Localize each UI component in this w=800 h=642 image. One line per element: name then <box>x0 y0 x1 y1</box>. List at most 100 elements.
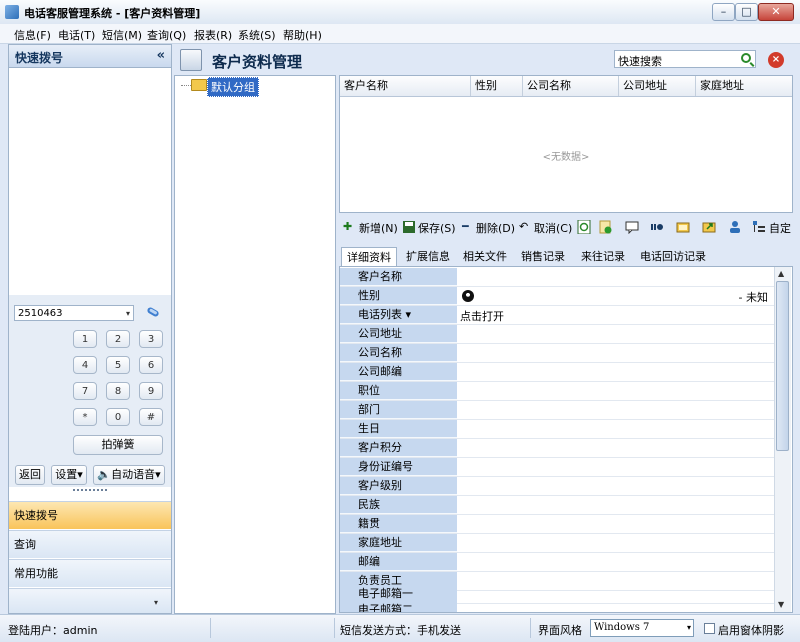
column-company-address[interactable]: 公司地址 <box>619 76 696 96</box>
column-company-name[interactable]: 公司名称 <box>523 76 619 96</box>
delete-icon: ━ <box>462 220 469 233</box>
play-record-icon[interactable] <box>650 220 664 234</box>
form-row-customer-level[interactable]: 客户级别 <box>340 477 774 496</box>
chevron-down-icon[interactable]: ▾ <box>406 308 412 321</box>
settings-button[interactable]: 设置▾ <box>51 465 87 485</box>
form-row-zip[interactable]: 邮编 <box>340 553 774 572</box>
cancel-button[interactable]: 取消(C) <box>534 220 572 236</box>
quick-search-input[interactable]: 快速搜索 <box>614 50 756 68</box>
delete-button[interactable]: 删除(D) <box>476 220 515 236</box>
flash-hook-button[interactable]: 拍弹簧 <box>73 435 163 455</box>
form-scrollbar[interactable]: ▲ ▼ <box>774 267 791 612</box>
phone-icon[interactable] <box>145 305 161 319</box>
chevron-down-icon[interactable]: ▾ <box>687 620 691 636</box>
tab-contact-records[interactable]: 来往记录 <box>576 247 630 266</box>
auto-voice-button[interactable]: 🔈自动语音▾ <box>93 465 165 485</box>
form-row-native-place[interactable]: 籍贯 <box>340 515 774 534</box>
column-gender[interactable]: 性别 <box>471 76 523 96</box>
back-button[interactable]: 返回 <box>15 465 45 485</box>
message-icon[interactable] <box>625 220 639 234</box>
menu-bar: 信息(F) 电话(T) 短信(M) 查询(Q) 报表(R) 系统(S) 帮助(H… <box>0 24 800 44</box>
menu-info[interactable]: 信息(F) <box>14 27 51 43</box>
key-4[interactable]: 4 <box>73 356 97 374</box>
gender-value[interactable]: - 未知 <box>739 289 768 305</box>
form-row-department[interactable]: 部门 <box>340 401 774 420</box>
form-row-company-zip[interactable]: 公司邮编 <box>340 363 774 382</box>
key-8[interactable]: 8 <box>106 382 130 400</box>
form-row-home-address[interactable]: 家庭地址 <box>340 534 774 553</box>
window-shadow-checkbox[interactable] <box>704 623 715 634</box>
tab-sales-records[interactable]: 销售记录 <box>516 247 570 266</box>
splitter-grip[interactable] <box>73 489 107 494</box>
key-star[interactable]: * <box>73 408 97 426</box>
tab-details[interactable]: 详细资料 <box>341 247 397 268</box>
add-button[interactable]: 新增(N) <box>359 220 398 236</box>
key-0[interactable]: 0 <box>106 408 130 426</box>
add-document-icon[interactable] <box>598 220 612 234</box>
tab-callback-records[interactable]: 电话回访记录 <box>635 247 711 266</box>
menu-phone[interactable]: 电话(T) <box>58 27 95 43</box>
dial-number-combo[interactable]: 2510463 ▾ <box>14 305 134 321</box>
field-label: 客户积分 <box>340 439 457 457</box>
key-3[interactable]: 3 <box>139 330 163 348</box>
column-customer-name[interactable]: 客户名称 <box>340 76 471 96</box>
status-divider <box>530 618 531 638</box>
form-row-position[interactable]: 职位 <box>340 382 774 401</box>
menu-system[interactable]: 系统(S) <box>238 27 276 43</box>
scroll-up-icon[interactable]: ▲ <box>778 269 784 278</box>
export-icon[interactable] <box>702 220 716 234</box>
menu-help[interactable]: 帮助(H) <box>283 27 322 43</box>
window-title: 电话客服管理系统 - [客户资料管理] <box>24 7 201 20</box>
nav-query[interactable]: 查询 <box>9 530 171 558</box>
form-row-company-name[interactable]: 公司名称 <box>340 344 774 363</box>
search-icon[interactable] <box>741 53 751 63</box>
menu-report[interactable]: 报表(R) <box>194 27 232 43</box>
scroll-thumb[interactable] <box>776 281 789 451</box>
ui-style-select[interactable]: Windows 7 ▾ <box>590 619 694 637</box>
detail-form: 客户名称 性别 - 未知 电话列表 ▾ 点击打开 公司地址 公司名称 公司邮编 … <box>339 266 793 613</box>
form-row-id-number[interactable]: 身份证编号 <box>340 458 774 477</box>
minimize-button[interactable]: – <box>712 3 735 21</box>
form-row-points[interactable]: 客户积分 <box>340 439 774 458</box>
folder-open-icon[interactable] <box>676 220 690 234</box>
key-2[interactable]: 2 <box>106 330 130 348</box>
nav-quick-dial[interactable]: 快速拨号 <box>9 501 171 529</box>
phone-open-link[interactable]: 点击打开 <box>460 308 504 324</box>
form-row-birthday[interactable]: 生日 <box>340 420 774 439</box>
form-row-email-2[interactable]: 电子邮箱二 <box>340 601 774 612</box>
menu-sms[interactable]: 短信(M) <box>102 27 142 43</box>
scroll-down-icon[interactable]: ▼ <box>778 600 784 609</box>
form-row-gender[interactable]: 性别 - 未知 <box>340 287 774 306</box>
key-hash[interactable]: # <box>139 408 163 426</box>
tab-related-files[interactable]: 相关文件 <box>458 247 512 266</box>
customize-button[interactable]: 自定 <box>769 220 791 236</box>
collapse-icon[interactable]: « <box>157 48 165 63</box>
quick-dial-panel: 快速拨号 « 2510463 ▾ 1 2 3 4 5 6 7 8 9 * 0 #… <box>8 44 172 614</box>
refresh-icon[interactable] <box>577 220 591 234</box>
close-window-button[interactable]: ✕ <box>758 3 794 21</box>
key-1[interactable]: 1 <box>73 330 97 348</box>
key-5[interactable]: 5 <box>106 356 130 374</box>
save-button[interactable]: 保存(S) <box>418 220 456 236</box>
form-row-phone-list[interactable]: 电话列表 ▾ 点击打开 <box>340 306 774 325</box>
maximize-button[interactable]: □ <box>735 3 758 21</box>
chevron-down-icon: ▾ <box>77 468 83 481</box>
nav-common-functions[interactable]: 常用功能 <box>9 559 171 587</box>
chevron-down-icon[interactable]: ▾ <box>126 306 130 322</box>
tab-extended-info[interactable]: 扩展信息 <box>401 247 455 266</box>
column-home-address[interactable]: 家庭地址 <box>696 76 792 96</box>
menu-query[interactable]: 查询(Q) <box>147 27 186 43</box>
tree-node-default-group[interactable]: 默认分组 <box>207 77 259 97</box>
form-row-customer-name[interactable]: 客户名称 <box>340 268 774 287</box>
form-row-ethnicity[interactable]: 民族 <box>340 496 774 515</box>
tree-settings-icon[interactable] <box>752 220 766 234</box>
key-6[interactable]: 6 <box>139 356 163 374</box>
key-7[interactable]: 7 <box>73 382 97 400</box>
chevron-down-icon[interactable]: ▾ <box>154 598 158 607</box>
user-group-icon[interactable] <box>728 220 742 234</box>
key-9[interactable]: 9 <box>139 382 163 400</box>
ui-style-label: 界面风格 <box>538 624 582 637</box>
logged-in-user: 登陆用户：admin <box>8 624 98 637</box>
form-row-company-address[interactable]: 公司地址 <box>340 325 774 344</box>
close-icon[interactable]: × <box>768 52 784 68</box>
